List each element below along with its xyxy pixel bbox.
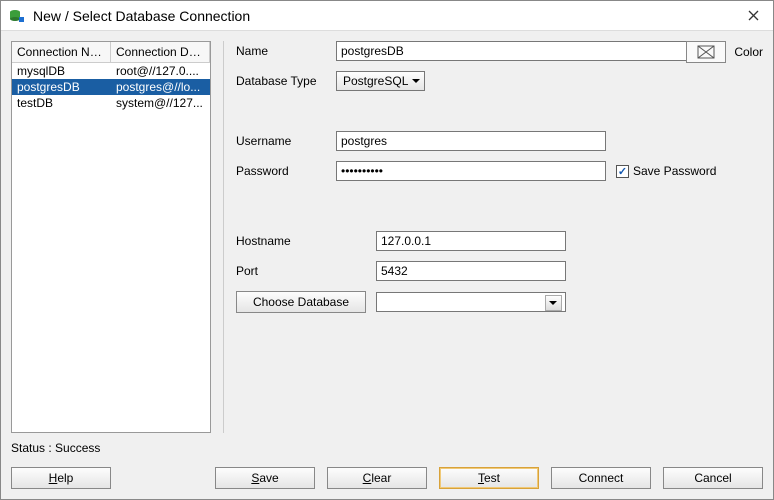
form-panel: Color Name Database Type PostgreSQL User… [223, 41, 763, 433]
header-connection-name[interactable]: Connection Na... [12, 42, 111, 62]
name-input[interactable] [336, 41, 716, 61]
port-label: Port [236, 264, 376, 278]
content-area: Connection Na... Connection De... mysqlD… [1, 31, 773, 439]
choose-database-button[interactable]: Choose Database [236, 291, 366, 313]
hostname-input[interactable] [376, 231, 566, 251]
hostname-label: Hostname [236, 234, 376, 248]
save-password-label: Save Password [633, 164, 716, 178]
database-type-value: PostgreSQL [343, 74, 408, 88]
name-label: Name [236, 44, 336, 58]
database-select[interactable] [376, 292, 566, 312]
connection-detail: system@//127... [111, 95, 210, 111]
cancel-button[interactable]: Cancel [663, 467, 763, 489]
database-type-label: Database Type [236, 74, 336, 88]
save-password-checkbox[interactable]: ✓ Save Password [616, 164, 716, 178]
connect-button[interactable]: Connect [551, 467, 651, 489]
connection-name: testDB [12, 95, 111, 111]
status-text: Status : Success [1, 439, 773, 461]
color-picker[interactable]: Color [686, 41, 763, 63]
help-button[interactable]: Help [11, 467, 111, 489]
titlebar: New / Select Database Connection [1, 1, 773, 31]
close-icon[interactable] [741, 4, 765, 28]
connections-panel: Connection Na... Connection De... mysqlD… [11, 41, 211, 433]
connection-name: mysqlDB [12, 63, 111, 79]
connections-table-header: Connection Na... Connection De... [12, 42, 210, 63]
database-connection-icon [9, 8, 25, 24]
header-connection-detail[interactable]: Connection De... [111, 42, 210, 62]
password-input[interactable] [336, 161, 606, 181]
bottom-button-bar: Help Save Clear Test Connect Cancel [1, 461, 773, 499]
port-input[interactable] [376, 261, 566, 281]
save-button[interactable]: Save [215, 467, 315, 489]
color-swatch-icon[interactable] [686, 41, 726, 63]
connection-detail: root@//127.0.... [111, 63, 210, 79]
connection-row[interactable]: mysqlDBroot@//127.0.... [12, 63, 210, 79]
test-button[interactable]: Test [439, 467, 539, 489]
username-input[interactable] [336, 131, 606, 151]
connection-name: postgresDB [12, 79, 111, 95]
username-label: Username [236, 134, 336, 148]
connection-row[interactable]: postgresDBpostgres@//lo... [12, 79, 210, 95]
password-label: Password [236, 164, 336, 178]
window-title: New / Select Database Connection [33, 8, 741, 24]
database-type-select[interactable]: PostgreSQL [336, 71, 425, 91]
dialog-window: New / Select Database Connection Connect… [0, 0, 774, 500]
connections-table[interactable]: Connection Na... Connection De... mysqlD… [11, 41, 211, 433]
connection-detail: postgres@//lo... [111, 79, 210, 95]
color-label: Color [734, 45, 763, 59]
connection-row[interactable]: testDBsystem@//127... [12, 95, 210, 111]
clear-button[interactable]: Clear [327, 467, 427, 489]
check-icon: ✓ [616, 165, 629, 178]
